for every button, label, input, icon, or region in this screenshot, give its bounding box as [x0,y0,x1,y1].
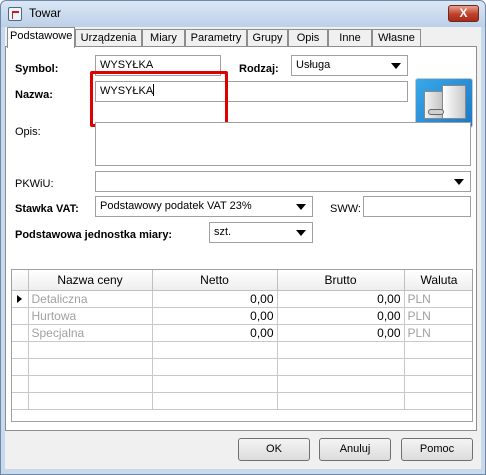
towar-window: Towar X Podstawowe Urządzenia Miary Para… [0,0,486,475]
column-header-nazwa[interactable]: Nazwa ceny [28,270,153,291]
tab-opis[interactable]: Opis [288,29,328,47]
title-bar[interactable]: Towar X [1,1,485,27]
chevron-down-icon[interactable] [296,230,306,236]
empty-row [12,358,472,376]
tab-parametry[interactable]: Parametry [185,29,247,47]
price-brutto[interactable]: 0,00 [277,324,405,342]
jednostka-value: szt. [214,226,232,238]
column-header-waluta[interactable]: Waluta [404,270,472,291]
column-header-brutto[interactable]: Brutto [277,270,405,291]
tab-urzadzenia[interactable]: Urządzenia [75,29,142,47]
symbol-label: Symbol: [15,63,59,75]
table-header-row: Nazwa ceny Netto Brutto Waluta [12,270,472,291]
table-row[interactable]: Hurtowa 0,00 0,00 PLN [12,307,472,325]
window-title: Towar [29,6,62,20]
stawka-vat-label: Stawka VAT: [15,203,79,215]
price-currency[interactable]: PLN [404,307,472,325]
app-icon [8,7,22,21]
tab-miary[interactable]: Miary [142,29,185,47]
price-name[interactable]: Specjalna [28,324,153,342]
cancel-button[interactable]: Anuluj [319,438,391,461]
nazwa-input[interactable]: WYSYŁKA [95,81,408,102]
help-button[interactable]: Pomoc [401,438,473,461]
jednostka-label: Podstawowa jednostka miary: [15,229,173,241]
price-name[interactable]: Hurtowa [28,307,153,325]
column-header-netto[interactable]: Netto [152,270,278,291]
pkwiu-select[interactable] [95,171,471,192]
row-pointer-icon [12,290,29,308]
tab-inne[interactable]: Inne [328,29,372,47]
empty-row [12,341,472,359]
price-netto[interactable]: 0,00 [152,307,278,325]
dialog-body: Podstawowe Urządzenia Miary Parametry Gr… [5,27,481,469]
tab-wlasne[interactable]: Własne [372,29,421,47]
price-currency[interactable]: PLN [404,290,472,308]
text-cursor [153,84,155,96]
table-row[interactable]: Detaliczna 0,00 0,00 PLN [12,290,472,308]
tab-grupy[interactable]: Grupy [247,29,288,47]
close-button[interactable]: X [448,5,479,22]
chevron-down-icon[interactable] [296,204,306,210]
price-brutto[interactable]: 0,00 [277,307,405,325]
table-row[interactable]: Specjalna 0,00 0,00 PLN [12,324,472,342]
jednostka-select[interactable]: szt. [209,222,313,243]
opis-label: Opis: [15,126,41,138]
pkwiu-label: PKWiU: [15,178,54,190]
sww-input[interactable] [363,196,471,217]
symbol-input[interactable]: WYSYŁKA [95,55,221,76]
empty-row [12,392,472,410]
tab-page-podstawowe: Symbol: WYSYŁKA Rodzaj: Usługa Nazwa: WY… [5,46,477,431]
stawka-vat-select[interactable]: Podstawowy podatek VAT 23% [95,196,313,217]
rodzaj-value: Usługa [296,59,331,71]
stawka-vat-value: Podstawowy podatek VAT 23% [100,200,252,212]
prices-table[interactable]: Nazwa ceny Netto Brutto Waluta Detaliczn… [11,269,473,422]
price-netto[interactable]: 0,00 [152,290,278,308]
opis-textarea[interactable] [95,122,471,166]
price-netto[interactable]: 0,00 [152,324,278,342]
price-currency[interactable]: PLN [404,324,472,342]
ok-button[interactable]: OK [238,438,310,461]
indicator-header [12,270,29,291]
price-brutto[interactable]: 0,00 [277,290,405,308]
rodzaj-select[interactable]: Usługa [291,55,408,76]
tab-podstawowe[interactable]: Podstawowe [7,27,75,48]
chevron-down-icon[interactable] [454,179,464,185]
rodzaj-label: Rodzaj: [239,63,279,75]
nazwa-value: WYSYŁKA [100,85,154,97]
chevron-down-icon[interactable] [391,63,401,69]
price-name[interactable]: Detaliczna [28,290,153,308]
nazwa-label: Nazwa: [15,89,53,101]
product-image [415,78,473,128]
sww-label: SWW: [330,203,361,215]
empty-row [12,375,472,393]
tab-strip: Podstawowe Urządzenia Miary Parametry Gr… [5,27,481,48]
